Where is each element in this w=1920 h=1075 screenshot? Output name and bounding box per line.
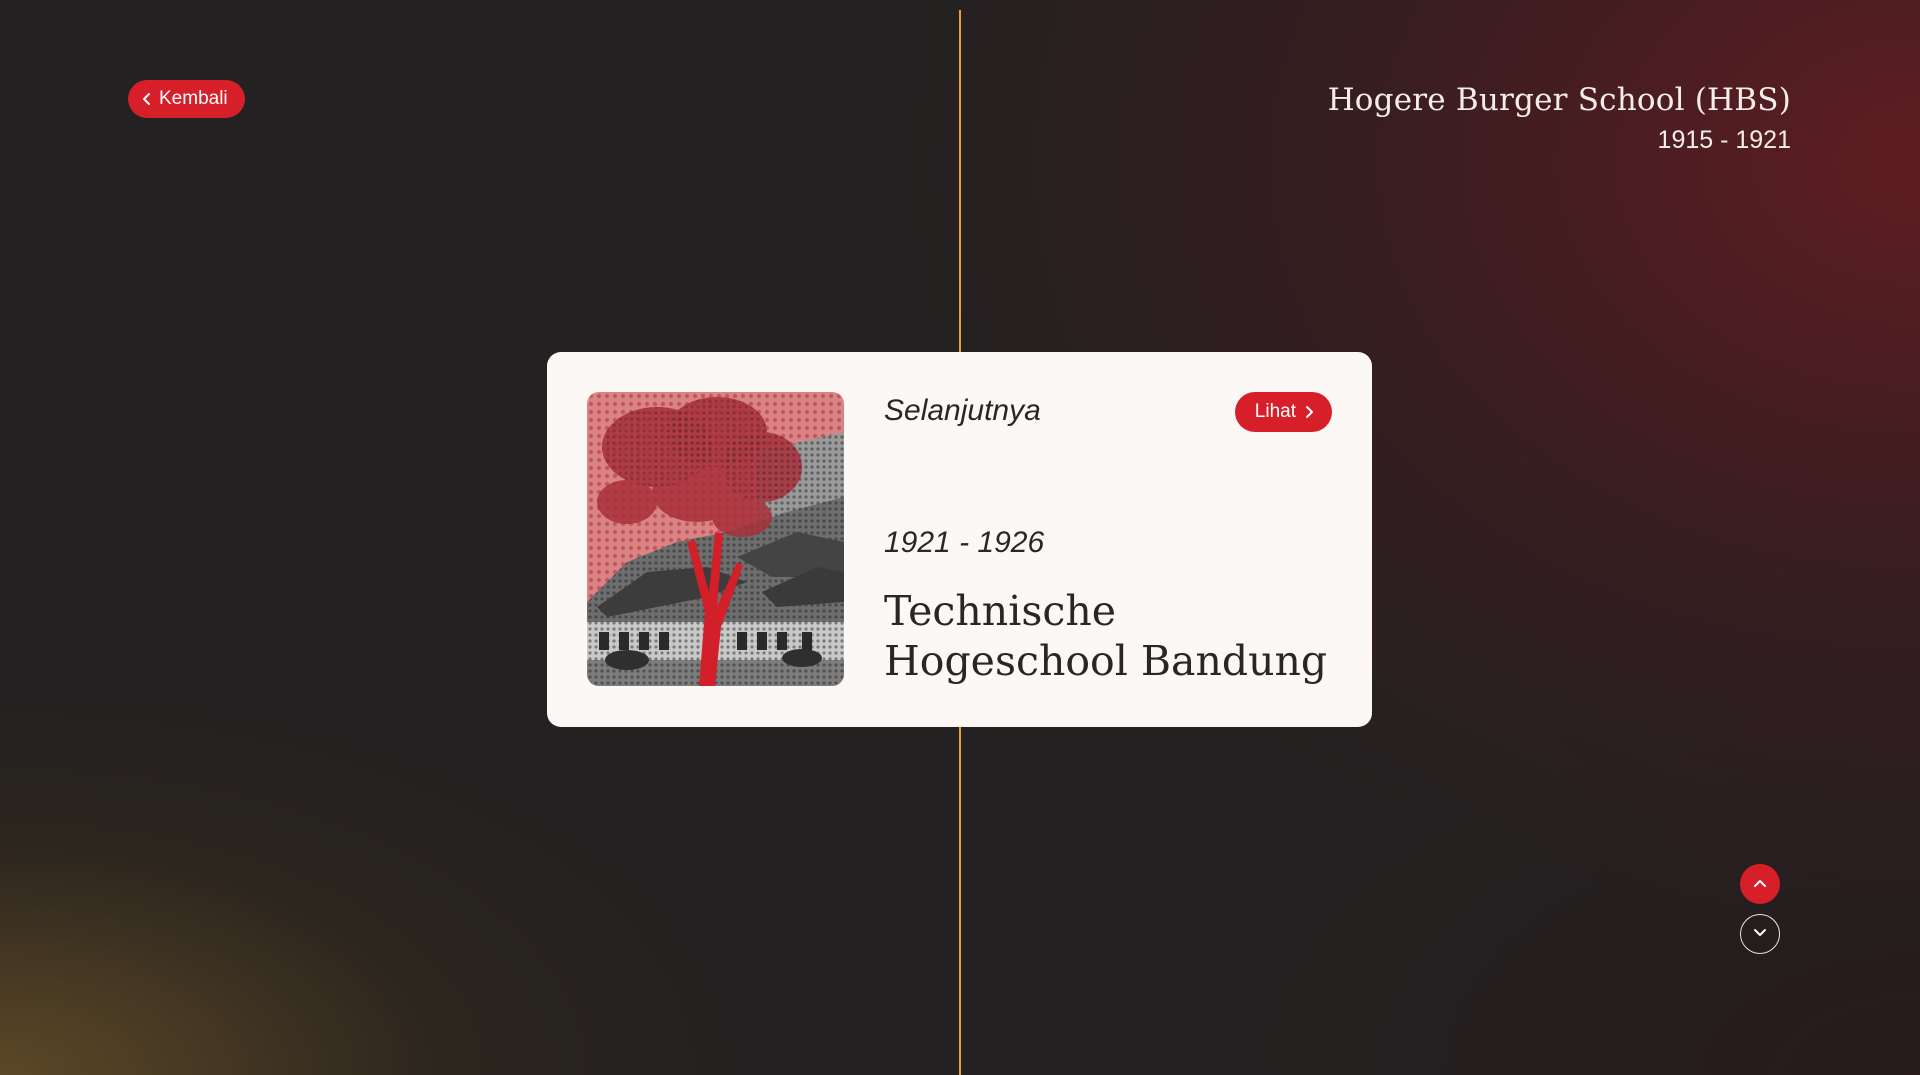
scroll-up-button[interactable] (1740, 864, 1780, 904)
scroll-down-button[interactable] (1740, 914, 1780, 954)
current-era-years: 1915 - 1921 (1657, 126, 1791, 154)
chevron-left-icon (142, 92, 152, 106)
building-photo (587, 392, 844, 686)
chevron-right-icon (1304, 405, 1314, 419)
view-button-label: Lihat (1254, 401, 1296, 422)
next-era-card: Selanjutnya Lihat 1921 - 1926 Technische… (547, 352, 1372, 727)
chevron-down-icon (1753, 925, 1767, 943)
back-button[interactable]: Kembali (128, 80, 245, 118)
next-era-title: Technische Hogeschool Bandung (884, 586, 1334, 686)
next-label: Selanjutnya (884, 394, 1041, 427)
back-button-label: Kembali (159, 88, 228, 109)
view-button[interactable]: Lihat (1234, 392, 1332, 432)
next-era-title-line2: Hogeschool Bandung (884, 637, 1328, 685)
next-era-years: 1921 - 1926 (884, 526, 1045, 559)
current-era-title: Hogere Burger School (HBS) (1327, 82, 1791, 118)
current-era: Hogere Burger School (HBS) 1915 - 1921 (1328, 80, 1791, 158)
next-era-title-line1: Technische (884, 587, 1116, 635)
chevron-up-icon (1753, 875, 1767, 893)
